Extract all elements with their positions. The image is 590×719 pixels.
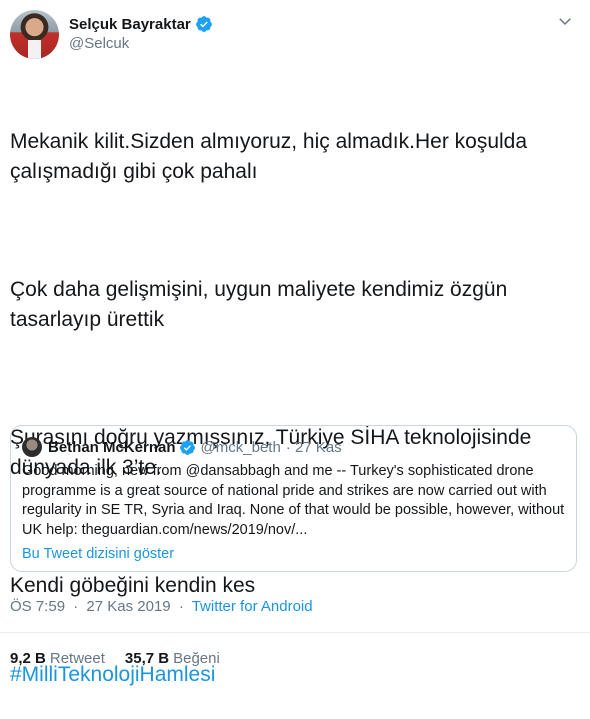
- quoted-author-name: Bethan McKernan: [48, 438, 176, 456]
- meta-separator: ·: [73, 598, 79, 615]
- divider: [0, 632, 590, 633]
- tweet-paragraph: Çok daha gelişmişini, uygun maliyete ken…: [10, 278, 514, 331]
- tweet-stats: 9,2 B Retweet 35,7 B Beğeni: [10, 650, 240, 667]
- author-name-row[interactable]: Selçuk Bayraktar: [69, 15, 213, 33]
- author-avatar[interactable]: [10, 10, 59, 59]
- tweet-meta: ÖS 7:59 · 27 Kas 2019 · Twitter for Andr…: [10, 598, 313, 615]
- retweets-count: 9,2 B: [10, 650, 46, 667]
- quoted-tweet[interactable]: Bethan McKernan @mck_beth · 27 Kas Good …: [10, 425, 577, 572]
- tweet-source-link[interactable]: Twitter for Android: [192, 598, 313, 615]
- quoted-tweet-text: Good morning, new from @dansabbagh and m…: [22, 463, 565, 538]
- tweet-time[interactable]: ÖS 7:59: [10, 598, 65, 615]
- verified-badge-icon: [195, 16, 212, 32]
- chevron-down-icon[interactable]: [556, 12, 574, 30]
- likes-label: Beğeni: [173, 650, 220, 667]
- meta-separator: ·: [178, 598, 184, 615]
- quoted-author-handle: @mck_beth: [200, 438, 281, 456]
- retweets-stat[interactable]: 9,2 B Retweet: [10, 650, 105, 667]
- retweets-label: Retweet: [49, 650, 105, 667]
- tweet-date[interactable]: 27 Kas 2019: [86, 598, 170, 615]
- tweet-text: Mekanik kilit.Sizden almıyoruz, hiç alma…: [10, 68, 580, 719]
- likes-count: 35,7 B: [124, 650, 170, 667]
- verified-badge-icon: [179, 439, 195, 455]
- likes-stat[interactable]: 35,7 B Beğeni: [125, 650, 220, 667]
- quoted-author-avatar: [22, 437, 42, 457]
- quoted-tweet-header: Bethan McKernan @mck_beth · 27 Kas: [22, 437, 342, 457]
- tweet-paragraph: Kendi göbeğini kendin kes: [10, 574, 256, 597]
- tweet-header: Selçuk Bayraktar @Selcuk: [10, 8, 580, 59]
- author-handle[interactable]: @Selcuk: [69, 35, 129, 52]
- author-name[interactable]: Selçuk Bayraktar: [69, 16, 191, 33]
- quoted-tweet-date: · 27 Kas: [285, 438, 342, 456]
- show-thread-link[interactable]: Bu Tweet dizisini göster: [22, 546, 174, 562]
- tweet-paragraph: Mekanik kilit.Sizden almıyoruz, hiç alma…: [10, 130, 533, 183]
